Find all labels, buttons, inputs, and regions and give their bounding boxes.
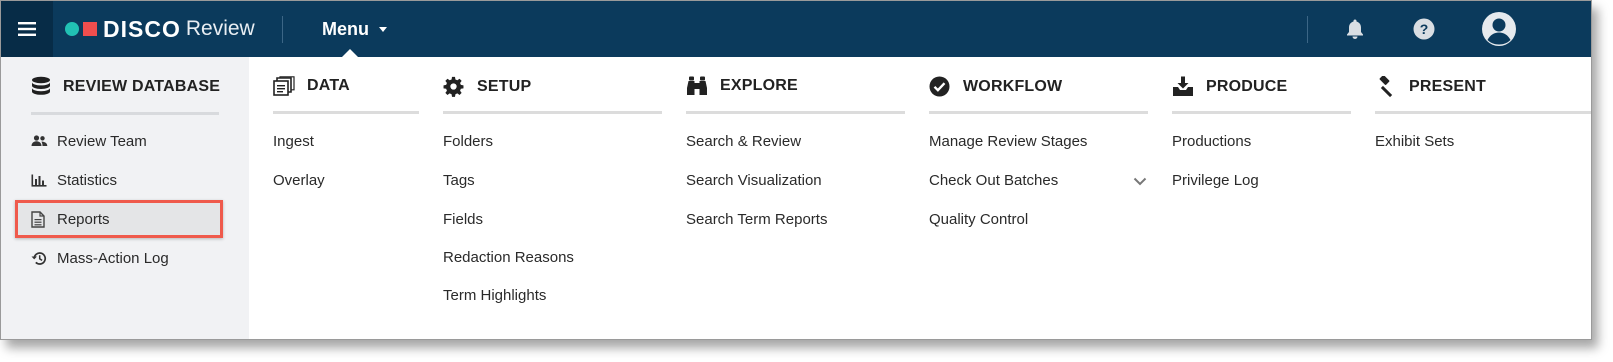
chevron-down-icon[interactable] <box>1133 173 1147 191</box>
bell-icon <box>1347 19 1363 39</box>
notifications-button[interactable] <box>1341 1 1369 57</box>
menu-item-exhibit-sets[interactable]: Exhibit Sets <box>1375 133 1454 150</box>
column-heading-rule <box>443 111 662 114</box>
column-heading-label: DATA <box>307 77 350 94</box>
svg-text:?: ? <box>1420 21 1429 37</box>
header-divider-right <box>1307 16 1308 43</box>
menu-label: Menu <box>322 18 369 39</box>
top-navigation-bar: DISCO Review Menu ? <box>1 1 1591 57</box>
column-heading-workflow: WORKFLOW <box>929 76 1062 97</box>
column-heading-label: EXPLORE <box>720 77 798 94</box>
menu-item-search-review[interactable]: Search & Review <box>686 133 801 150</box>
sidebar-item-mass-action-log[interactable]: Mass-Action Log <box>31 243 169 273</box>
database-icon <box>32 76 50 95</box>
column-heading-setup: SETUP <box>443 76 531 97</box>
sidebar-item-label: Statistics <box>57 171 118 189</box>
logo-square <box>83 22 97 36</box>
help-button[interactable]: ? <box>1410 1 1438 57</box>
history-icon <box>31 251 49 266</box>
menu-item-tags[interactable]: Tags <box>443 172 475 189</box>
help-icon: ? <box>1413 18 1435 40</box>
sidebar-item-label: Reports <box>57 210 110 228</box>
hamburger-icon <box>18 22 36 36</box>
user-profile-button[interactable] <box>1479 1 1519 57</box>
column-heading-present: PRESENT <box>1375 76 1486 98</box>
menu-item-productions[interactable]: Productions <box>1172 133 1251 150</box>
menu-item-ingest[interactable]: Ingest <box>273 133 314 150</box>
menu-item-overlay[interactable]: Overlay <box>273 172 325 189</box>
download-tray-icon <box>1172 76 1194 97</box>
gear-icon <box>443 76 465 97</box>
column-heading-produce: PRODUCE <box>1172 76 1287 97</box>
menu-item-redaction-reasons[interactable]: Redaction Reasons <box>443 249 574 266</box>
menu-item-search-visualization[interactable]: Search Visualization <box>686 172 822 189</box>
column-heading-data: DATA <box>273 76 350 96</box>
users-icon <box>31 135 49 147</box>
sidebar-item-review-team[interactable]: Review Team <box>31 126 147 156</box>
bar-chart-icon <box>31 174 49 187</box>
logo-dot <box>65 22 79 36</box>
brand-logo[interactable]: DISCO Review <box>65 1 255 57</box>
column-heading-label: WORKFLOW <box>963 77 1063 95</box>
header-divider <box>282 16 283 43</box>
column-heading-rule <box>273 111 419 114</box>
sidebar-heading-rule <box>31 112 219 115</box>
gavel-icon <box>1375 76 1397 98</box>
column-heading-label: SETUP <box>477 77 532 95</box>
column-heading-rule <box>929 111 1148 114</box>
menu-item-search-term-reports[interactable]: Search Term Reports <box>686 211 827 228</box>
sidebar-item-reports[interactable]: Reports <box>15 200 223 238</box>
sidebar-heading-label: REVIEW DATABASE <box>63 78 221 95</box>
document-icon <box>31 210 49 228</box>
menu-item-manage-review-stages[interactable]: Manage Review Stages <box>929 133 1087 150</box>
sidebar-item-label: Review Team <box>57 132 147 150</box>
column-heading-label: PRESENT <box>1409 78 1486 95</box>
column-heading-explore: EXPLORE <box>686 76 798 96</box>
hamburger-menu-button[interactable] <box>1 1 53 57</box>
column-heading-rule <box>686 111 905 114</box>
menu-item-quality-control[interactable]: Quality Control <box>929 211 1028 228</box>
column-heading-label: PRODUCE <box>1206 77 1288 95</box>
brand-name: DISCO <box>103 15 181 42</box>
app-window: DISCO Review Menu ? REVIEW DATABASE Revi… <box>0 0 1592 340</box>
binoculars-icon <box>686 76 708 96</box>
sidebar-item-statistics[interactable]: Statistics <box>31 165 117 195</box>
brand-product: Review <box>185 17 255 40</box>
user-avatar-icon <box>1482 12 1516 46</box>
column-heading-rule <box>1172 111 1351 114</box>
sidebar-heading: REVIEW DATABASE <box>31 76 220 98</box>
menu-item-privilege-log[interactable]: Privilege Log <box>1172 172 1259 189</box>
menu-item-term-highlights[interactable]: Term Highlights <box>443 287 546 304</box>
sidebar-item-label: Mass-Action Log <box>57 249 169 267</box>
review-database-sidebar: REVIEW DATABASE Review Team Statistics R… <box>1 57 249 339</box>
check-circle-icon <box>929 76 951 97</box>
column-heading-rule <box>1375 111 1591 114</box>
menu-item-folders[interactable]: Folders <box>443 133 493 150</box>
menu-item-check-out-batches[interactable]: Check Out Batches <box>929 172 1058 189</box>
menu-pointer-arrow <box>341 49 359 58</box>
menu-item-fields[interactable]: Fields <box>443 211 483 228</box>
data-stack-icon <box>273 76 295 96</box>
caret-down-icon <box>379 26 387 32</box>
